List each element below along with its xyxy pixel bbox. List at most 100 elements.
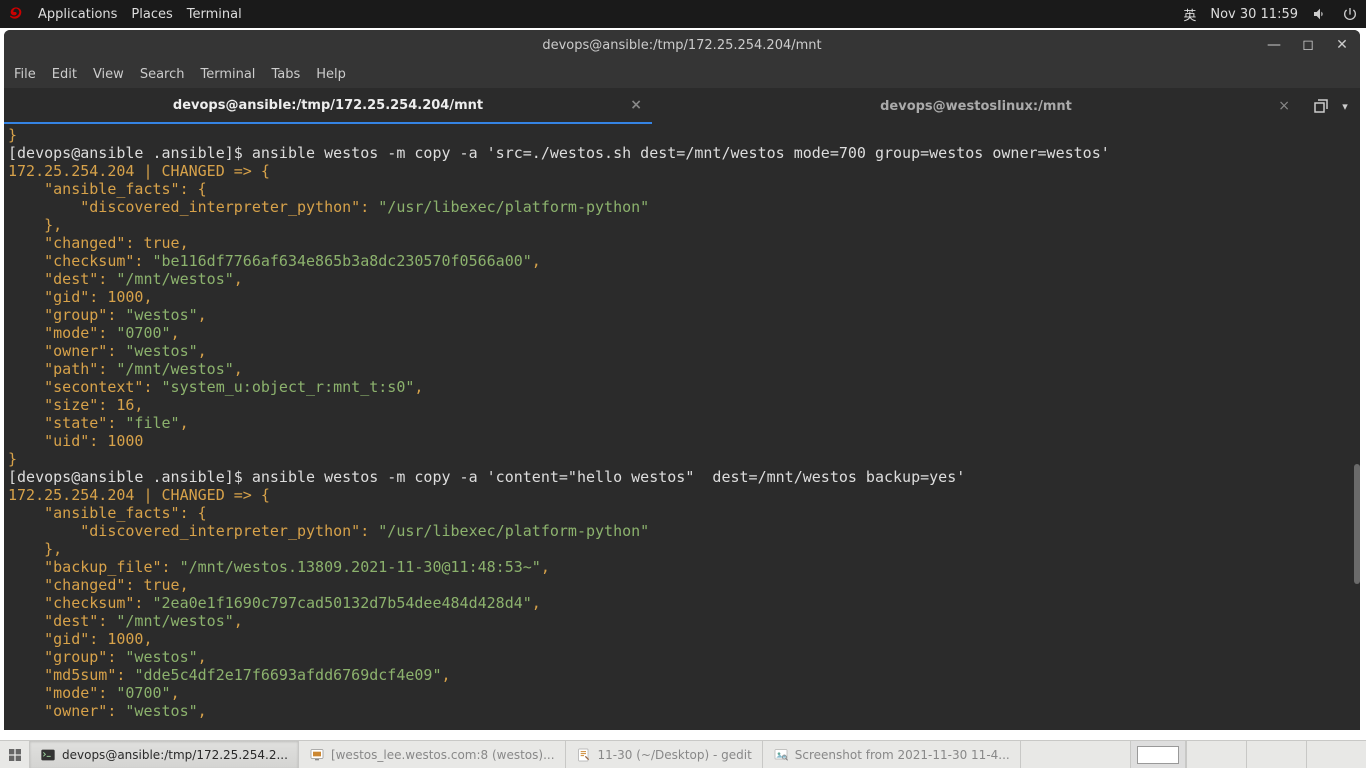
term-key: "dest": <box>8 270 116 288</box>
term-val: "system_u:object_r:mnt_t:s0" <box>162 378 415 396</box>
term-val: "westos" <box>125 702 197 720</box>
tab-close-icon[interactable]: × <box>1278 98 1290 114</box>
term-prompt: [devops@ansible .ansible]$ <box>8 468 252 486</box>
workspace-1[interactable] <box>1137 746 1179 764</box>
term-val: "/mnt/westos.13809.2021-11-30@11:48:53~" <box>180 558 541 576</box>
menu-bar: File Edit View Search Terminal Tabs Help <box>4 60 1360 88</box>
term-line: "size": 16, <box>8 396 143 414</box>
term-val: "/mnt/westos" <box>116 360 233 378</box>
power-icon[interactable] <box>1342 6 1358 22</box>
menu-tabs[interactable]: Tabs <box>271 67 300 82</box>
term-cmd: ansible westos -m copy -a 'src=./westos.… <box>252 144 1110 162</box>
term-key: "discovered_interpreter_python": <box>8 198 378 216</box>
menu-search[interactable]: Search <box>140 67 185 82</box>
taskbar-label: devops@ansible:/tmp/172.25.254.2... <box>62 748 288 762</box>
term-line: }, <box>8 540 62 558</box>
term-key: "owner": <box>8 342 125 360</box>
term-val: "westos" <box>125 648 197 666</box>
taskbar-label: Screenshot from 2021-11-30 11-4... <box>795 748 1010 762</box>
menu-edit[interactable]: Edit <box>52 67 77 82</box>
menu-terminal[interactable]: Terminal <box>200 67 255 82</box>
term-line: "ansible_facts": { <box>8 180 207 198</box>
term-key: "state": <box>8 414 125 432</box>
term-key: "owner": <box>8 702 125 720</box>
term-val: "/mnt/westos" <box>116 612 233 630</box>
term-key: "path": <box>8 360 116 378</box>
term-line: }, <box>8 216 62 234</box>
term-key: "checksum": <box>8 252 153 270</box>
term-line: "changed": true, <box>8 234 189 252</box>
title-bar[interactable]: devops@ansible:/tmp/172.25.254.204/mnt —… <box>4 30 1360 60</box>
term-line: "gid": 1000, <box>8 630 153 648</box>
gedit-icon <box>576 747 592 763</box>
bottom-taskbar: devops@ansible:/tmp/172.25.254.2... [wes… <box>0 740 1366 768</box>
minimize-button[interactable]: — <box>1266 37 1282 53</box>
term-val: "westos" <box>125 342 197 360</box>
window-title: devops@ansible:/tmp/172.25.254.204/mnt <box>542 38 821 53</box>
menu-view[interactable]: View <box>93 67 124 82</box>
term-val: "0700" <box>116 684 170 702</box>
vm-icon <box>309 747 325 763</box>
tab-menu-arrow-icon[interactable]: ▾ <box>1342 100 1348 113</box>
tray-area-2 <box>1246 741 1306 768</box>
ime-indicator[interactable]: 英 <box>1183 5 1196 24</box>
taskbar-label: [westos_lee.westos.com:8 (westos)... <box>331 748 555 762</box>
image-viewer-icon <box>773 747 789 763</box>
tab-label: devops@ansible:/tmp/172.25.254.204/mnt <box>173 98 483 113</box>
distro-logo-icon <box>8 6 24 22</box>
term-val: "be116df7766af634e865b3a8dc230570f0566a0… <box>153 252 532 270</box>
tab-label: devops@westoslinux:/mnt <box>880 99 1072 114</box>
term-val: "file" <box>125 414 179 432</box>
menu-help[interactable]: Help <box>316 67 346 82</box>
term-line: "uid": 1000 <box>8 432 143 450</box>
term-line: "ansible_facts": { <box>8 504 207 522</box>
term-key: "group": <box>8 306 125 324</box>
tab-inactive[interactable]: devops@westoslinux:/mnt × <box>652 88 1300 124</box>
term-status: CHANGED <box>162 486 225 504</box>
scrollbar-thumb[interactable] <box>1354 464 1360 584</box>
term-cmd: ansible westos -m copy -a 'content="hell… <box>252 468 965 486</box>
term-line: "gid": 1000, <box>8 288 153 306</box>
menu-places[interactable]: Places <box>131 7 172 22</box>
show-desktop-button[interactable] <box>0 741 30 768</box>
term-key: "dest": <box>8 612 116 630</box>
term-key: "md5sum": <box>8 666 134 684</box>
term-val: "westos" <box>125 306 197 324</box>
term-arrow: => { <box>225 486 270 504</box>
term-val: "0700" <box>116 324 170 342</box>
term-key: "secontext": <box>8 378 162 396</box>
term-line: } <box>8 450 17 468</box>
taskbar-item-gedit[interactable]: 11-30 (~/Desktop) - gedit <box>566 741 763 768</box>
term-key: "backup_file": <box>8 558 180 576</box>
term-key: "mode": <box>8 684 116 702</box>
new-tab-window-icon[interactable] <box>1312 97 1330 115</box>
terminal-scrollbar[interactable] <box>1352 124 1360 730</box>
workspace-switcher[interactable] <box>1130 741 1186 768</box>
term-host: 172.25.254.204 | <box>8 486 162 504</box>
top-panel: Applications Places Terminal 英 Nov 30 11… <box>0 0 1366 28</box>
term-status: CHANGED <box>162 162 225 180</box>
tab-close-icon[interactable]: × <box>630 97 642 113</box>
term-val: "/mnt/westos" <box>116 270 233 288</box>
term-arrow: => { <box>225 162 270 180</box>
taskbar-item-vm[interactable]: [westos_lee.westos.com:8 (westos)... <box>299 741 566 768</box>
term-key: "checksum": <box>8 594 153 612</box>
menu-terminal[interactable]: Terminal <box>187 7 242 22</box>
term-line: } <box>8 126 17 144</box>
clock[interactable]: Nov 30 11:59 <box>1210 7 1298 22</box>
maximize-button[interactable]: ◻ <box>1300 37 1316 53</box>
term-val: "/usr/libexec/platform-python" <box>378 522 649 540</box>
terminal-body[interactable]: } [devops@ansible .ansible]$ ansible wes… <box>4 124 1360 730</box>
volume-icon[interactable] <box>1312 6 1328 22</box>
taskbar-item-image[interactable]: Screenshot from 2021-11-30 11-4... <box>763 741 1021 768</box>
terminal-window: devops@ansible:/tmp/172.25.254.204/mnt —… <box>4 30 1360 730</box>
term-val: "/usr/libexec/platform-python" <box>378 198 649 216</box>
tab-strip: devops@ansible:/tmp/172.25.254.204/mnt ×… <box>4 88 1360 124</box>
close-button[interactable]: ✕ <box>1334 37 1350 53</box>
taskbar-item-terminal[interactable]: devops@ansible:/tmp/172.25.254.2... <box>30 741 299 768</box>
tray-area <box>1186 741 1246 768</box>
menu-file[interactable]: File <box>14 67 36 82</box>
menu-applications[interactable]: Applications <box>38 7 117 22</box>
tab-active[interactable]: devops@ansible:/tmp/172.25.254.204/mnt × <box>4 88 652 124</box>
tray-endcap <box>1306 741 1366 768</box>
